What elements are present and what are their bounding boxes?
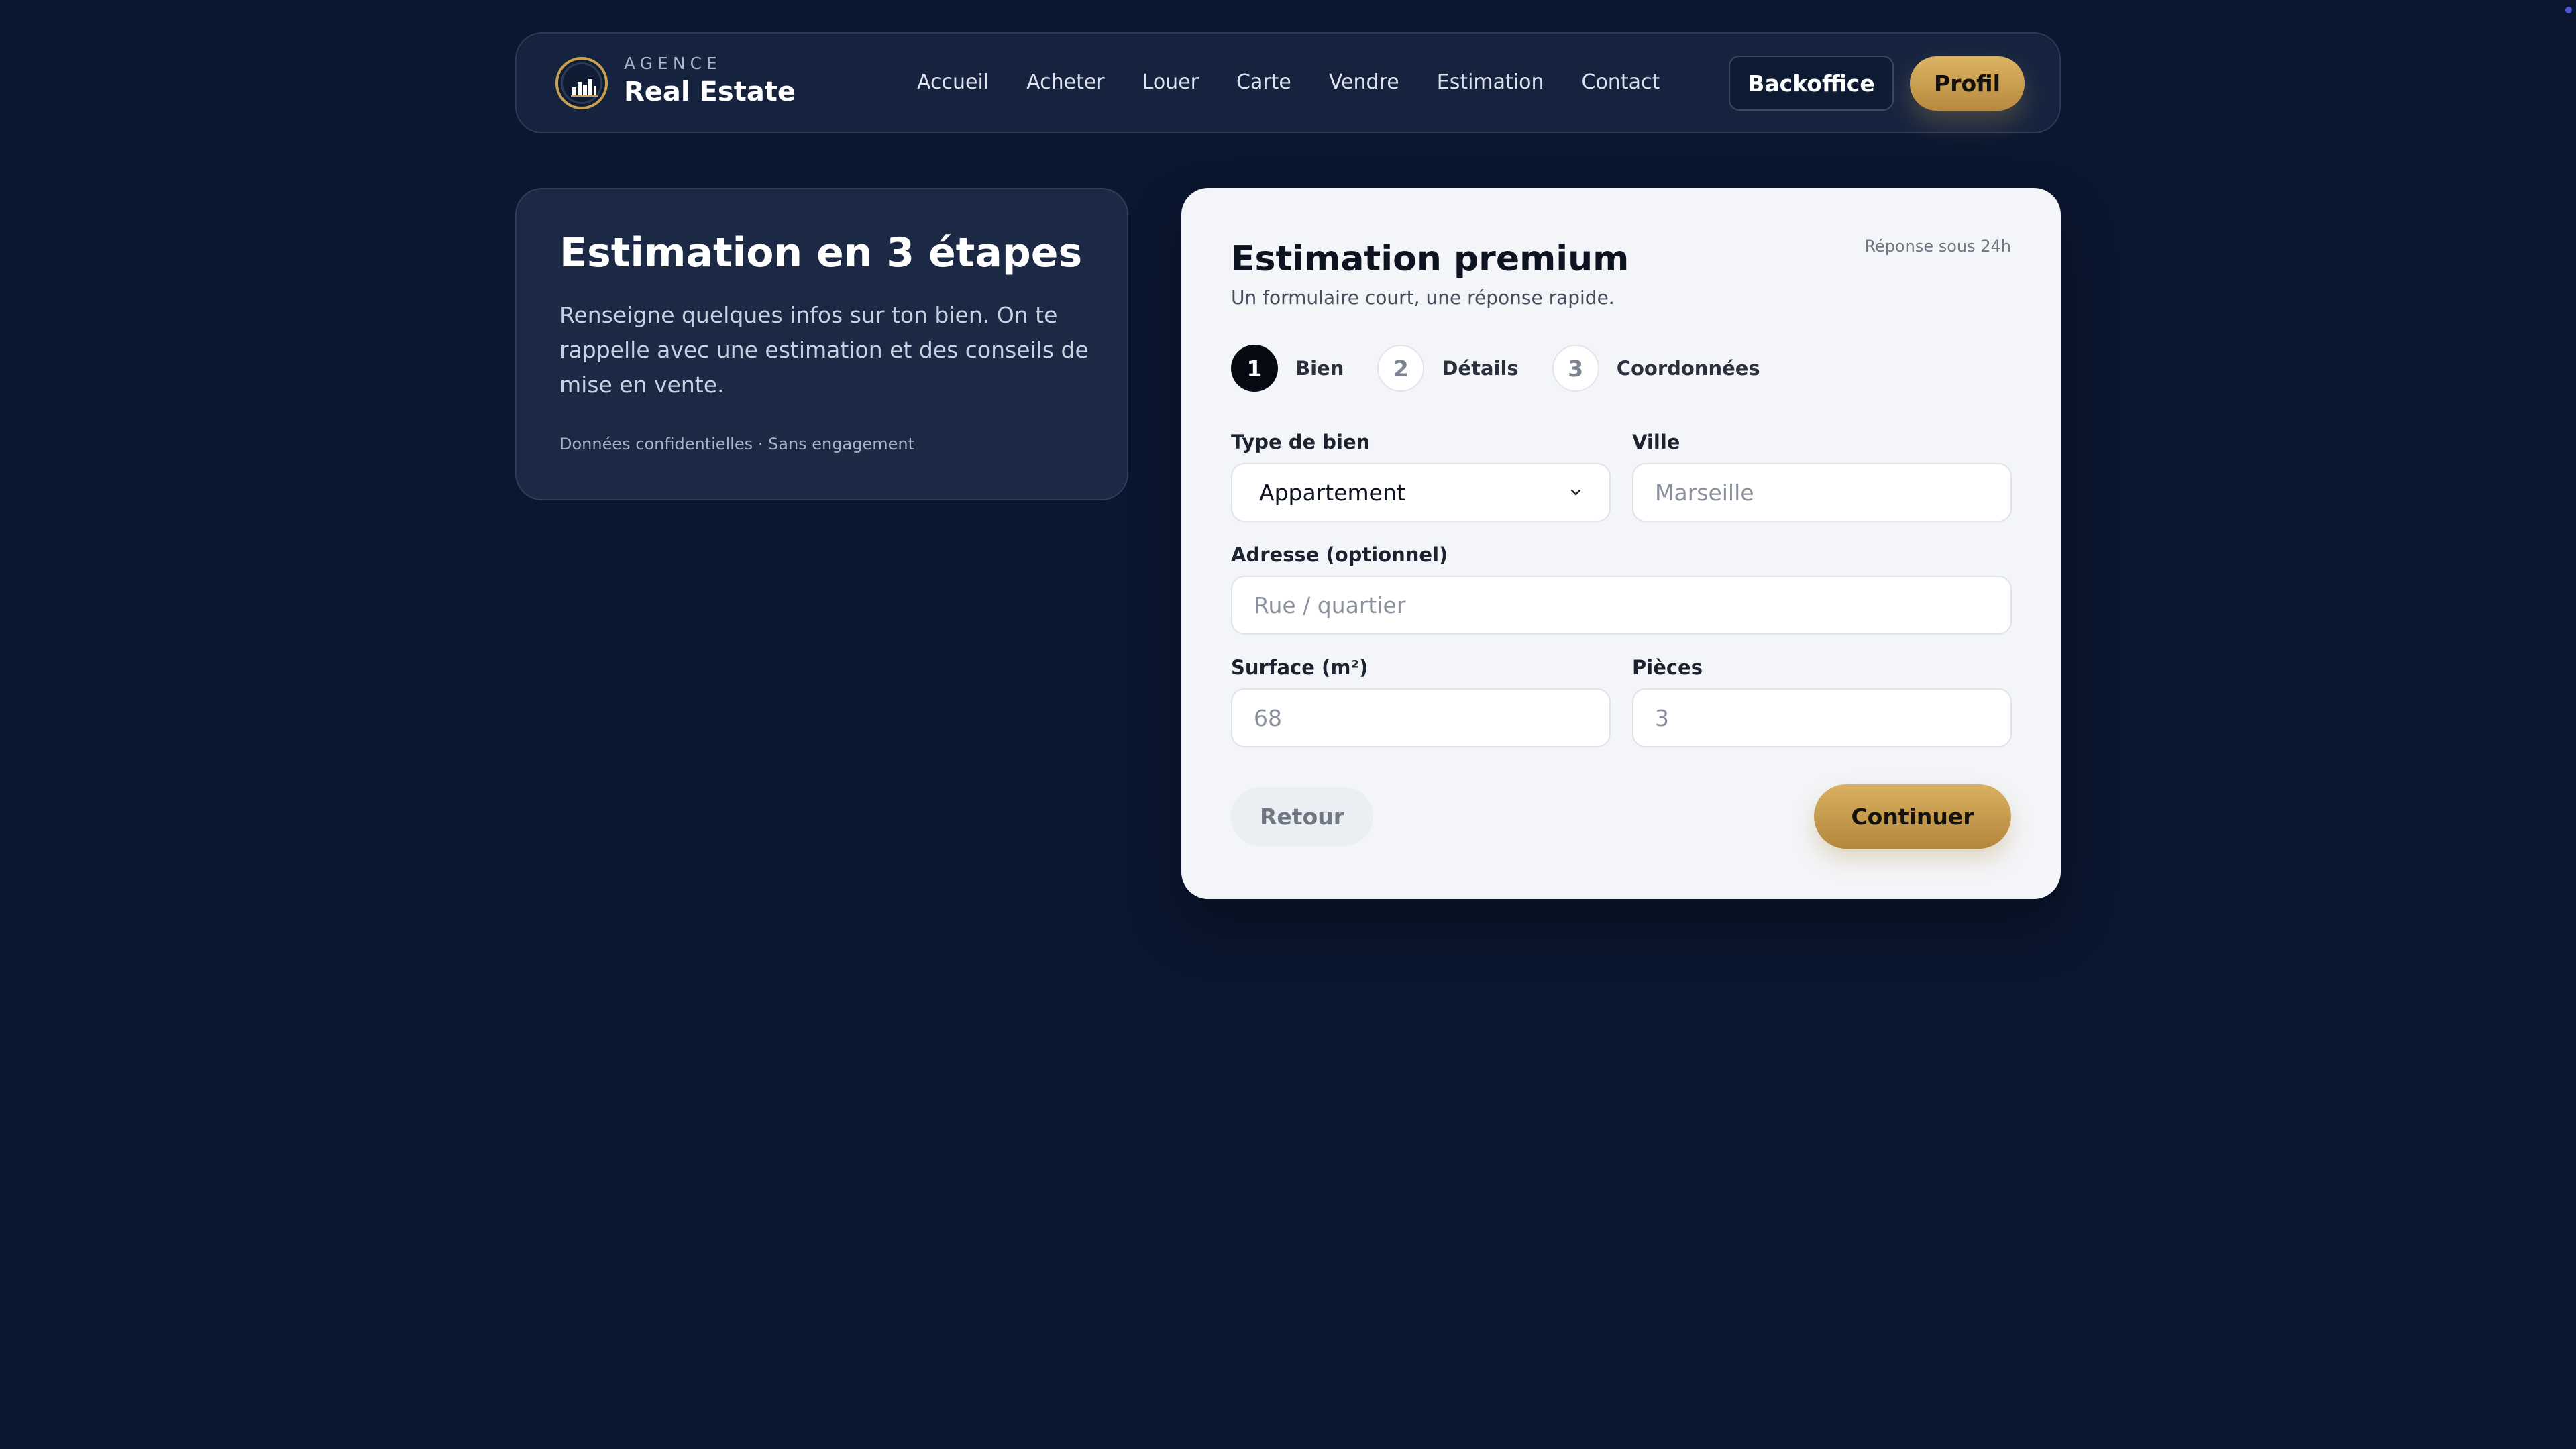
- step-label: Détails: [1442, 357, 1519, 380]
- continue-button[interactable]: Continuer: [1814, 784, 2011, 849]
- brand-name[interactable]: Real Estate: [624, 76, 796, 107]
- pieces-label: Pièces: [1632, 656, 1703, 679]
- city-skyline-icon: [571, 79, 598, 97]
- surface-input[interactable]: [1231, 688, 1611, 747]
- step-number: 2: [1377, 345, 1425, 392]
- type-de-bien-select[interactable]: Appartement: [1231, 463, 1611, 522]
- brand-tagline: AGENCE: [624, 54, 722, 73]
- nav-acheter[interactable]: Acheter: [1026, 70, 1105, 97]
- ville-input[interactable]: [1632, 463, 2012, 522]
- form-title: Estimation premium: [1231, 239, 1629, 279]
- step-label: Bien: [1295, 357, 1344, 380]
- intro-note: Données confidentielles · Sans engagemen…: [559, 435, 914, 453]
- nav-accueil[interactable]: Accueil: [917, 70, 989, 97]
- nav-contact[interactable]: Contact: [1582, 70, 1660, 97]
- nav-estimation[interactable]: Estimation: [1437, 70, 1544, 97]
- step-number: 3: [1552, 345, 1599, 392]
- ville-label: Ville: [1632, 431, 1680, 453]
- backoffice-button[interactable]: Backoffice: [1729, 56, 1894, 111]
- adresse-label: Adresse (optionnel): [1231, 543, 1448, 566]
- step-coordonnees[interactable]: 3 Coordonnées: [1552, 345, 1760, 392]
- chevron-down-icon: [1570, 489, 1581, 496]
- nav-vendre[interactable]: Vendre: [1329, 70, 1399, 97]
- step-number: 1: [1231, 345, 1278, 392]
- estimation-form-card: Estimation premium Réponse sous 24h Un f…: [1181, 188, 2061, 899]
- logo[interactable]: [555, 57, 608, 109]
- stepper: 1 Bien 2 Détails 3 Coordonnées: [1231, 344, 1794, 392]
- step-details[interactable]: 2 Détails: [1377, 345, 1519, 392]
- pieces-input[interactable]: [1632, 688, 2012, 747]
- surface-label: Surface (m²): [1231, 656, 1368, 679]
- intro-description: Renseigne quelques infos sur ton bien. O…: [559, 302, 1089, 398]
- back-button[interactable]: Retour: [1231, 787, 1373, 846]
- top-navbar: AGENCE Real Estate Accueil Acheter Louer…: [515, 32, 2061, 133]
- indicator-dot: [2565, 7, 2572, 13]
- nav-louer[interactable]: Louer: [1142, 70, 1199, 97]
- main-nav: Accueil Acheter Louer Carte Vendre Estim…: [917, 70, 1660, 97]
- step-label: Coordonnées: [1616, 357, 1760, 380]
- type-de-bien-value: Appartement: [1259, 479, 1405, 506]
- type-de-bien-label: Type de bien: [1231, 431, 1371, 453]
- intro-card: Estimation en 3 étapes Renseigne quelque…: [515, 188, 1128, 500]
- intro-title: Estimation en 3 étapes: [559, 229, 1083, 276]
- profil-button[interactable]: Profil: [1910, 56, 2025, 111]
- nav-carte[interactable]: Carte: [1236, 70, 1291, 97]
- adresse-input[interactable]: [1231, 576, 2012, 635]
- form-subtitle: Un formulaire court, une réponse rapide.: [1231, 286, 1615, 309]
- response-time-note: Réponse sous 24h: [1864, 237, 2011, 256]
- step-bien[interactable]: 1 Bien: [1231, 345, 1344, 392]
